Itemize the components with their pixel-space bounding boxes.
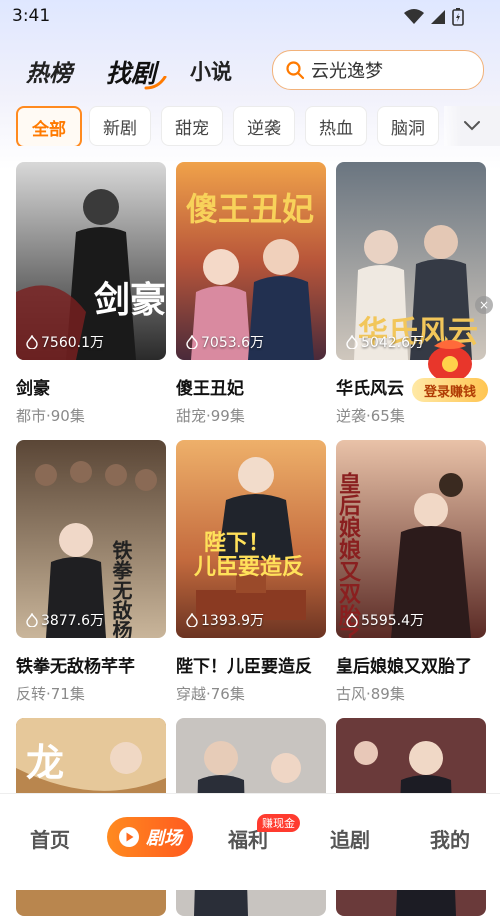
drama-card[interactable]: 铁拳无敌杨芊芊 3877.6万 铁拳无敌杨芊芊 反转·71集: [16, 440, 166, 704]
wifi-icon: [404, 9, 424, 24]
drama-title[interactable]: 傻王丑妃: [176, 374, 326, 399]
drama-meta: 穿越·76集: [176, 685, 245, 703]
drama-card[interactable]: 陛下！ 儿臣要造反 1393.9万 陛下！儿臣要造反 穿越·76集: [176, 440, 326, 704]
chip-sweet[interactable]: 甜宠: [161, 106, 223, 146]
poster-title-text: 剑豪: [94, 279, 166, 321]
nav-home[interactable]: 首页: [30, 824, 70, 853]
drama-poster[interactable]: 傻王丑妃 7053.6万: [176, 162, 326, 360]
flame-icon: [186, 335, 198, 349]
drama-poster[interactable]: 铁拳无敌杨芊芊 3877.6万: [16, 440, 166, 638]
poster-title-text: 铁拳无敌杨芊芊: [109, 539, 133, 638]
search-box[interactable]: 云光逸梦: [272, 50, 484, 90]
nav-theater-label: 剧场: [146, 828, 182, 849]
chip-brain-hole[interactable]: 脑洞: [377, 106, 439, 146]
drama-meta: 古风·89集: [336, 685, 405, 703]
drama-poster[interactable]: 陛下！ 儿臣要造反 1393.9万: [176, 440, 326, 638]
drama-poster[interactable]: 华氏风云 5042.6万: [336, 162, 486, 360]
earn-cash-badge: 赚现金: [257, 814, 300, 832]
flame-icon: [26, 613, 38, 627]
battery-icon: [452, 8, 464, 26]
drama-meta: 甜宠·99集: [176, 407, 245, 425]
flame-icon: [26, 335, 38, 349]
header-tabs: 热榜 找剧 小说 云光逸梦: [0, 46, 500, 92]
flame-icon: [346, 335, 358, 349]
drama-poster[interactable]: 剑豪 7560.1万: [16, 162, 166, 360]
drama-title[interactable]: 剑豪: [16, 374, 166, 399]
poster-title-text: 陛下！: [204, 530, 270, 556]
search-icon: [286, 61, 305, 80]
active-tab-indicator: [144, 76, 167, 90]
tab-hot-list[interactable]: 热榜: [26, 54, 72, 88]
play-icon: [119, 827, 139, 847]
status-bar: 3:41: [0, 0, 500, 32]
chevron-down-icon: [464, 121, 480, 131]
nav-me[interactable]: 我的: [430, 824, 470, 853]
poster-title-text: 龙: [26, 740, 64, 785]
lucky-bag-icon: [428, 340, 472, 382]
flame-icon: [186, 613, 198, 627]
view-count: 5595.4万: [346, 610, 424, 630]
chip-new[interactable]: 新剧: [89, 106, 151, 146]
signal-icon: [431, 10, 445, 24]
category-chips: 全部 新剧 甜宠 逆袭 热血 脑洞: [16, 106, 500, 146]
view-count: 1393.9万: [186, 610, 264, 630]
poster-title-text: 傻王丑妃: [186, 190, 314, 228]
drama-card[interactable]: 剑豪 7560.1万 剑豪 都市·90集: [16, 162, 166, 426]
expand-categories-button[interactable]: [444, 106, 500, 146]
close-promo-button[interactable]: ×: [475, 296, 493, 314]
drama-title[interactable]: 铁拳无敌杨芊芊: [16, 652, 166, 677]
drama-title[interactable]: 陛下！儿臣要造反: [176, 652, 326, 677]
drama-meta: 都市·90集: [16, 407, 85, 425]
drama-card[interactable]: 皇后娘娘又双胎了 5595.4万 皇后娘娘又双胎了 古风·89集: [336, 440, 486, 704]
search-input[interactable]: 云光逸梦: [311, 57, 383, 83]
view-count: 7053.6万: [186, 332, 264, 352]
poster-title-text: 儿臣要造反: [193, 554, 304, 580]
flame-icon: [346, 613, 358, 627]
chip-hot-blood[interactable]: 热血: [305, 106, 367, 146]
chip-counterattack[interactable]: 逆袭: [233, 106, 295, 146]
drama-card[interactable]: 傻王丑妃 7053.6万 傻王丑妃 甜宠·99集: [176, 162, 326, 426]
status-icons: [404, 8, 464, 26]
drama-title[interactable]: 皇后娘娘又双胎了: [336, 652, 486, 677]
login-earn-label[interactable]: 登录赚钱: [412, 378, 488, 402]
tab-novel[interactable]: 小说: [190, 56, 232, 86]
view-count: 3877.6万: [26, 610, 104, 630]
bottom-nav: 首页 剧场 福利 赚现金 追剧 我的: [0, 793, 500, 890]
login-earn-promo[interactable]: 登录赚钱: [412, 332, 488, 408]
nav-theater[interactable]: 剧场: [107, 817, 193, 857]
status-time: 3:41: [12, 6, 51, 26]
view-count: 7560.1万: [26, 332, 104, 352]
chip-all[interactable]: 全部: [16, 106, 82, 146]
drama-meta: 逆袭·65集: [336, 407, 405, 425]
drama-poster[interactable]: 皇后娘娘又双胎了 5595.4万: [336, 440, 486, 638]
drama-meta: 反转·71集: [16, 685, 85, 703]
nav-following[interactable]: 追剧: [330, 824, 370, 853]
